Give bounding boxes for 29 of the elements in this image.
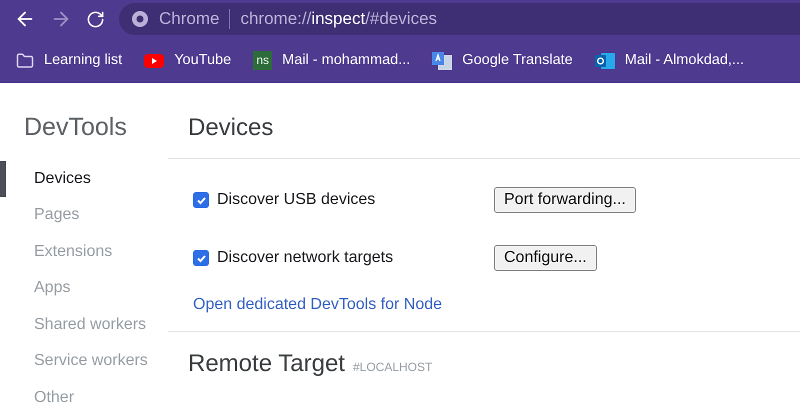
- section-title: Remote Target: [188, 349, 345, 379]
- sidebar-title: DevTools: [23, 112, 128, 143]
- bookmark[interactable]: Mail - Almokdad,...: [594, 50, 744, 72]
- section-title: Devices: [168, 110, 800, 159]
- checkbox-label: Discover network targets: [217, 248, 394, 268]
- url-text: chrome://inspect/#devices: [240, 8, 438, 30]
- option-button[interactable]: Configure...: [494, 245, 597, 271]
- play-icon: [144, 54, 164, 68]
- option-button[interactable]: Port forwarding...: [494, 187, 636, 213]
- host-tag: #LOCALHOST: [352, 358, 432, 376]
- checkbox[interactable]: [193, 250, 209, 266]
- address-bar[interactable]: Chrome chrome://inspect/#devices: [119, 3, 800, 35]
- site-icon: ns: [253, 51, 272, 70]
- bookmark[interactable]: Google Translate: [432, 50, 573, 72]
- check-icon: [196, 194, 206, 206]
- checkbox[interactable]: [193, 192, 209, 208]
- node-devtools-link[interactable]: Open dedicated DevTools for Node: [193, 293, 442, 317]
- mail-icon: [594, 52, 615, 70]
- bookmark[interactable]: Learning list: [16, 50, 122, 72]
- globe-icon: [131, 10, 149, 28]
- site-label: Chrome: [159, 8, 220, 30]
- sidebar-item[interactable]: Devices: [0, 160, 168, 197]
- reload-icon[interactable]: [86, 10, 105, 28]
- check-icon: [196, 252, 206, 264]
- checkbox-label: Discover USB devices: [217, 190, 376, 210]
- folder-icon: [16, 52, 34, 70]
- bookmark[interactable]: YouTube: [144, 50, 232, 72]
- translate-icon: [432, 52, 452, 70]
- bookmark[interactable]: ns Mail - mohammad...: [253, 50, 410, 72]
